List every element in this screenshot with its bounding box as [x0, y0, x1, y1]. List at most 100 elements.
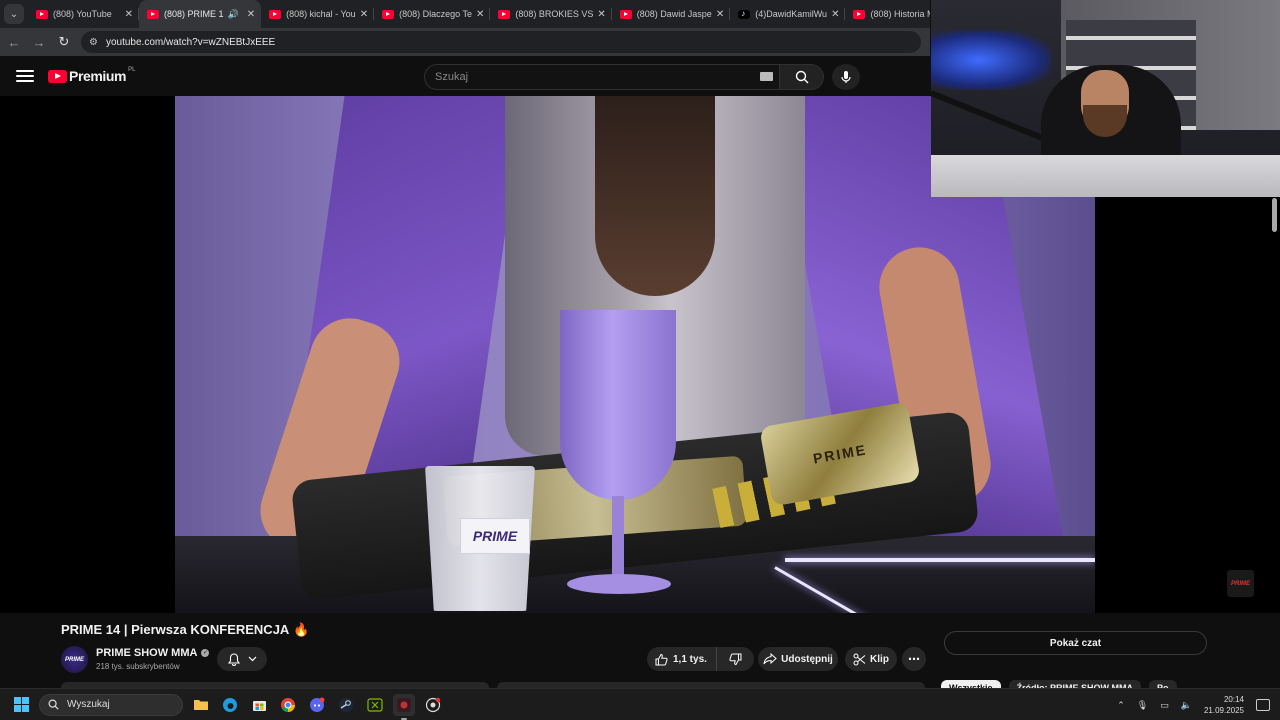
browser-tab[interactable]: (4)DawidKamilWu✕ [730, 0, 846, 28]
video-title: PRIME 14 | Pierwsza KONFERENCJA 🔥 [61, 622, 310, 637]
share-button[interactable]: Udostępnij [758, 647, 838, 671]
like-count: 1,1 tys. [673, 653, 707, 665]
volume-icon[interactable]: 🔈 [1181, 700, 1192, 711]
url-text: youtube.com/watch?v=wZNEBtJxEEE [105, 36, 276, 48]
search-icon [48, 699, 59, 710]
close-tab-icon[interactable]: ✕ [247, 9, 255, 20]
address-bar[interactable]: ⚙ youtube.com/watch?v=wZNEBtJxEEE [81, 31, 921, 53]
microsoft-store-icon[interactable] [248, 694, 270, 716]
browser-tab[interactable]: (808) Dlaczego Te ✕ [374, 0, 491, 28]
network-icon[interactable]: ▭ [1160, 700, 1169, 711]
search-icon [795, 70, 808, 84]
subscriber-count: 218 tys. subskrybentów [96, 662, 180, 671]
close-tab-icon[interactable]: ✕ [125, 9, 133, 20]
tab-title: (808) PRIME 1 [164, 9, 224, 19]
bell-icon [227, 652, 240, 666]
share-icon [763, 653, 777, 665]
browser-toolbar: ← → ↻ ⚙ youtube.com/watch?v=wZNEBtJxEEE [0, 28, 930, 56]
windows-start-icon[interactable] [14, 697, 29, 712]
steam-icon[interactable] [335, 694, 357, 716]
youtube-premium-logo[interactable]: Premium PL [48, 67, 136, 84]
close-tab-icon[interactable]: ✕ [476, 9, 484, 20]
fire-icon: 🔥 [293, 622, 310, 637]
browser-tab-strip: ⌄ (808) YouTube ✕ (808) PRIME 1 🔊 ✕ (808) k… [0, 0, 930, 28]
file-explorer-icon[interactable] [190, 694, 212, 716]
recording-app-icon[interactable] [422, 694, 444, 716]
screen: ⌄ (808) YouTube ✕ (808) PRIME 1 🔊 ✕ (808) k… [0, 0, 1280, 720]
tab-search-button[interactable]: ⌄ [4, 4, 24, 24]
scissors-icon [853, 653, 866, 665]
cup-brand-label: PRIME [460, 518, 530, 554]
forward-arrow-icon[interactable]: → [28, 31, 50, 53]
streamer-webcam [931, 0, 1280, 197]
system-tray: ⌃ 🎙 ▭ 🔈 20:14 21.09.2025 [1117, 689, 1280, 720]
tab-title: (808) BROKIES VS [515, 9, 594, 19]
menu-icon[interactable] [16, 70, 34, 82]
notification-icon[interactable] [1256, 699, 1270, 711]
page-scrollbar[interactable] [1272, 198, 1277, 232]
wine-glass [560, 310, 676, 500]
close-tab-icon[interactable]: ✕ [360, 9, 368, 20]
youtube-icon [36, 9, 48, 19]
close-tab-icon[interactable]: ✕ [831, 9, 839, 20]
reload-icon[interactable]: ↻ [53, 31, 75, 53]
youtube-play-icon [48, 69, 67, 83]
browser-tab[interactable]: (808) kichal - You ✕ [261, 0, 375, 28]
thumbs-down-icon [729, 653, 742, 665]
windows-taskbar: Wyszukaj ⌃ 🎙 ▭ 🔈 20:14 21.09.2025 [0, 688, 1280, 720]
browser-tab[interactable]: (808) YouTube ✕ [28, 0, 139, 28]
like-button[interactable]: 1,1 tys. [647, 647, 717, 671]
more-actions-button[interactable]: ⋯ [902, 647, 926, 671]
taskbar-search[interactable]: Wyszukaj [39, 693, 183, 716]
browser-tab[interactable]: (808) Historia Me✕ [845, 0, 930, 28]
search-placeholder: Szukaj [435, 71, 469, 83]
tab-title: (808) kichal - You [286, 9, 356, 19]
channel-name[interactable]: PRIME SHOW MMA ✓ [96, 647, 210, 659]
tab-title: (808) Dawid Jaspe [636, 9, 712, 19]
clock[interactable]: 20:14 21.09.2025 [1204, 694, 1244, 716]
clock-time: 20:14 [1223, 695, 1244, 704]
youtube-icon [498, 9, 511, 19]
show-chat-button[interactable]: Pokaż czat [944, 631, 1207, 655]
logo-country-code: PL [128, 67, 136, 73]
youtube-icon [147, 9, 159, 19]
verified-check-icon: ✓ [201, 649, 210, 658]
youtube-icon [269, 9, 282, 19]
close-tab-icon[interactable]: ✕ [716, 9, 724, 20]
site-settings-icon[interactable]: ⚙ [89, 37, 98, 48]
browser-tab[interactable]: (808) BROKIES VS ✕ [490, 0, 613, 28]
channel-avatar[interactable]: PRIME [61, 646, 88, 673]
dislike-button[interactable] [717, 653, 754, 666]
close-tab-icon[interactable]: ✕ [597, 9, 605, 20]
tab-title: (808) Historia Me [870, 9, 930, 19]
tiktok-icon [738, 9, 751, 19]
subscription-bell-button[interactable] [217, 647, 267, 671]
clip-button[interactable]: Klip [845, 647, 897, 671]
youtube-icon [619, 9, 632, 19]
search-button[interactable] [780, 64, 824, 90]
browser-tab[interactable]: (808) Dawid Jaspe ✕ [612, 0, 731, 28]
tab-title: (808) Dlaczego Te [399, 9, 472, 19]
tab-title: (808) YouTube [53, 9, 112, 19]
microphone-icon [841, 71, 851, 83]
edge-browser-icon[interactable] [219, 694, 241, 716]
discord-icon[interactable] [306, 694, 328, 716]
youtube-icon [853, 9, 866, 19]
microphone-icon[interactable]: 🎙 [1137, 700, 1148, 711]
like-dislike-group: 1,1 tys. [647, 647, 754, 671]
youtube-icon [382, 9, 395, 19]
chevron-up-icon[interactable]: ⌃ [1117, 700, 1125, 711]
channel-watermark[interactable]: PRIME [1227, 570, 1254, 597]
chevron-down-icon [248, 656, 256, 662]
browser-tab-active[interactable]: (808) PRIME 1 🔊 ✕ [139, 0, 262, 28]
search-input[interactable]: Szukaj [424, 64, 780, 90]
logo-word: Premium [69, 68, 127, 84]
obs-app-icon[interactable] [393, 693, 415, 720]
back-arrow-icon[interactable]: ← [3, 31, 25, 53]
xbox-icon[interactable] [364, 694, 386, 716]
thumbs-up-icon [655, 653, 668, 665]
keyboard-icon[interactable] [760, 72, 773, 81]
speaker-icon[interactable]: 🔊 [228, 9, 239, 20]
voice-search-button[interactable] [832, 64, 860, 90]
chrome-icon[interactable] [277, 694, 299, 716]
